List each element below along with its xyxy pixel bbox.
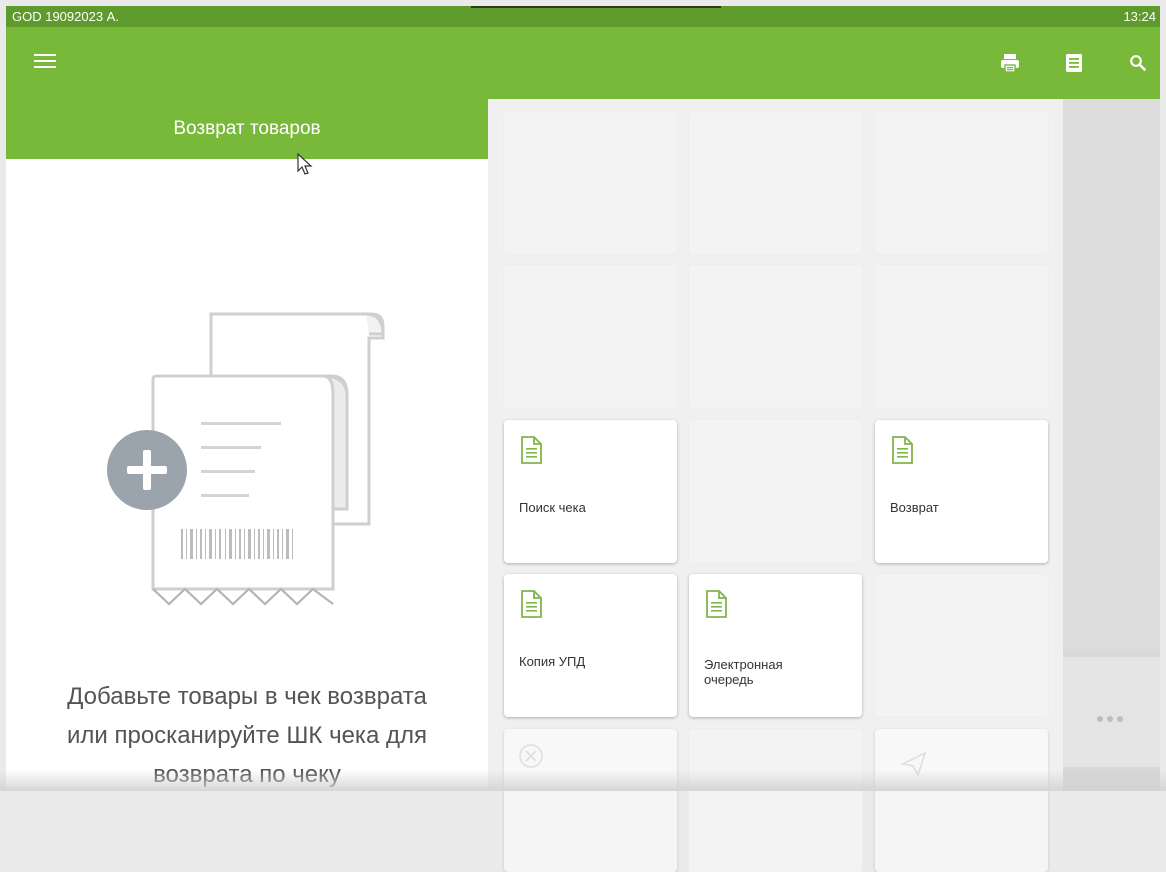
more-dots-icon [1097, 709, 1127, 727]
status-user-label: GOD 19092023 А. [12, 9, 119, 24]
tile-label: Копия УПД [519, 654, 586, 669]
empty-tile [689, 729, 862, 872]
empty-tile [689, 111, 862, 254]
scroll-fade [0, 770, 1166, 791]
upd-copy-tile[interactable]: Копия УПД [504, 574, 677, 717]
empty-tile [504, 265, 677, 408]
app-bar [6, 27, 1160, 99]
document-icon [521, 590, 542, 618]
search-icon[interactable] [1126, 51, 1150, 75]
tile-label: Возврат [890, 500, 939, 515]
empty-tile [689, 420, 862, 563]
tile-label: Электронная очередь [704, 657, 854, 687]
document-icon [706, 590, 727, 618]
tile-label: Поиск чека [519, 500, 586, 515]
document-icon [892, 436, 913, 464]
cancel-tile[interactable] [504, 729, 677, 872]
return-tile[interactable]: Возврат [875, 420, 1048, 563]
close-circle-icon [519, 744, 543, 768]
tile-label-line: очередь [704, 672, 754, 687]
send-tile[interactable] [875, 729, 1048, 872]
electronic-queue-tile[interactable]: Электронная очередь [689, 574, 862, 717]
side-rail-panel [1063, 99, 1160, 652]
empty-tile [875, 265, 1048, 408]
return-receipt-panel: Возврат товаров Добавьте товары в чек во… [6, 99, 488, 791]
empty-message-line: или просканируйте ШК чека для [67, 722, 427, 749]
empty-tile [875, 574, 1048, 717]
empty-receipt-illustration [107, 312, 385, 606]
empty-tile [689, 265, 862, 408]
more-button[interactable] [1063, 657, 1160, 767]
receipt-list-icon[interactable] [1062, 51, 1086, 75]
panel-header[interactable]: Возврат товаров [6, 99, 488, 159]
empty-tile [875, 111, 1048, 254]
menu-icon[interactable] [34, 54, 56, 72]
side-rail [1063, 99, 1160, 791]
receipt-search-tile[interactable]: Поиск чека [504, 420, 677, 563]
camera-notch [471, 6, 721, 8]
empty-message-line: Добавьте товары в чек возврата [67, 683, 427, 710]
printer-icon[interactable] [998, 51, 1022, 75]
document-icon [521, 436, 542, 464]
mouse-cursor-icon [297, 153, 313, 175]
empty-tile [504, 111, 677, 254]
tile-label-line: Электронная [704, 657, 783, 672]
status-bar: GOD 19092023 А. 13:24 [6, 6, 1160, 27]
function-tile-grid: Поиск чека Возврат Копия УПД Электронная… [488, 99, 1063, 872]
status-clock: 13:24 [1123, 9, 1156, 24]
